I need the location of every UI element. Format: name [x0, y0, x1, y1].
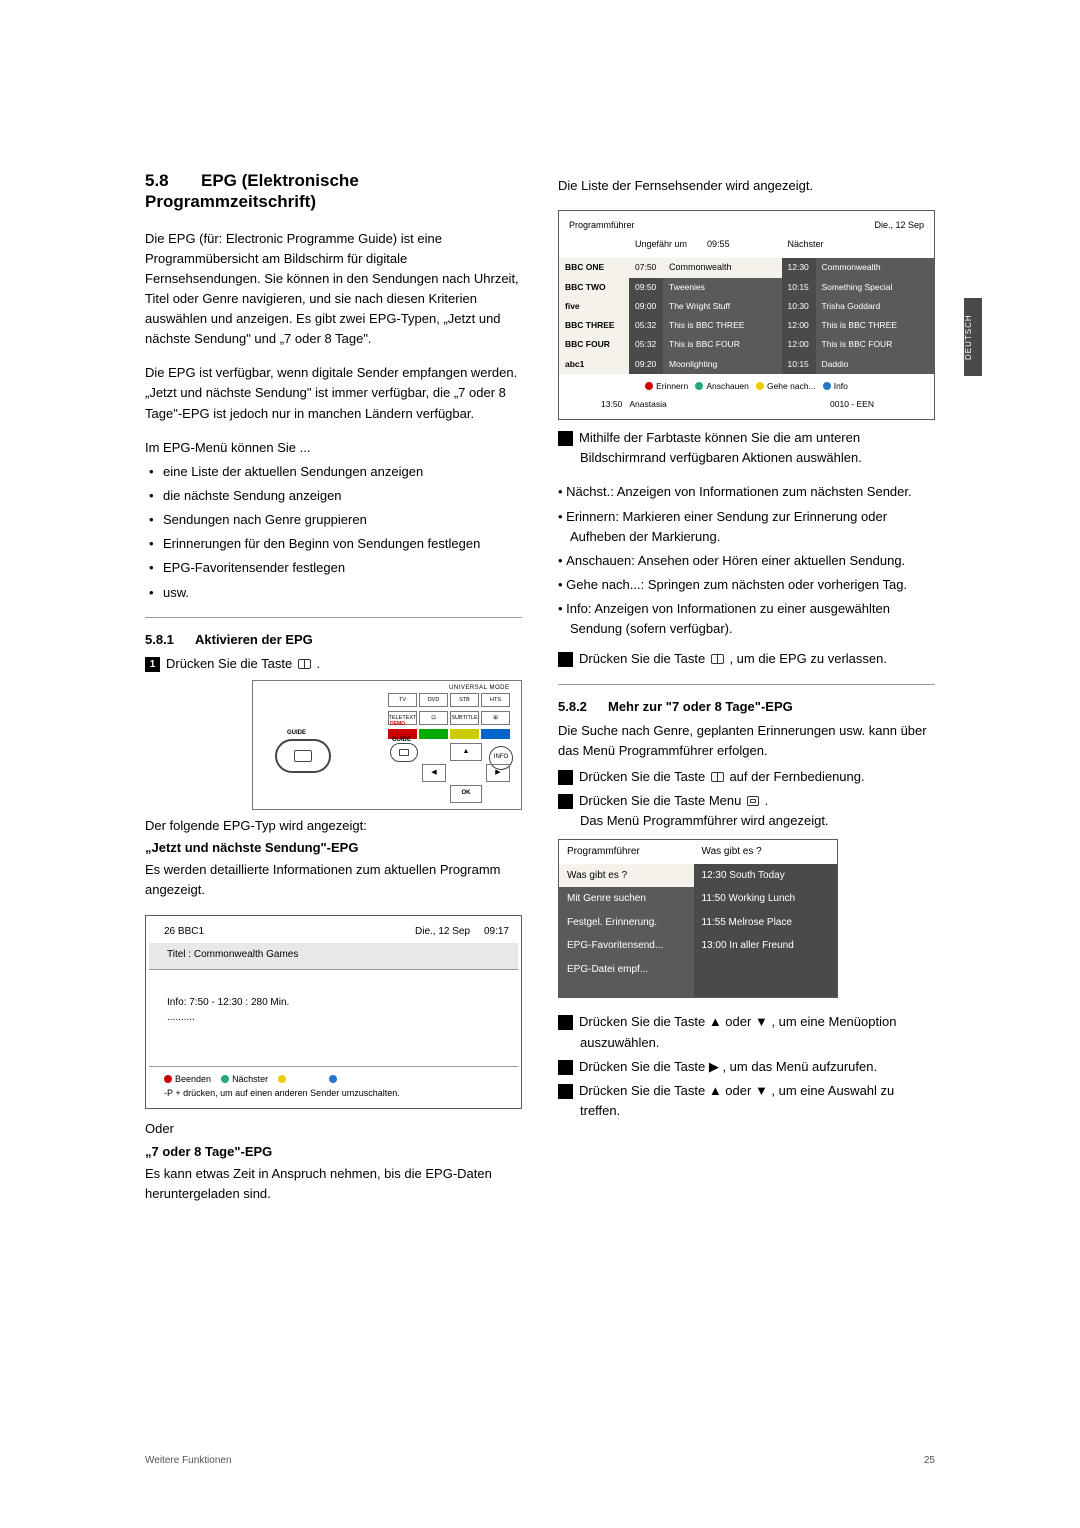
sub-5-8-2-desc: Die Suche nach Genre, geplanten Erinneru…: [558, 721, 935, 761]
intro-paragraph: Die EPG (für: Electronic Programme Guide…: [145, 229, 522, 350]
channel-list-caption: Die Liste der Fernsehsender wird angezei…: [558, 176, 935, 196]
guide-icon: [298, 659, 311, 669]
step-m5: 5Drücken Sie die Taste ▲ oder ▼ , um ein…: [558, 1081, 935, 1121]
now-next-desc: Es werden detaillierte Informationen zum…: [145, 860, 522, 900]
oder-label: Oder: [145, 1119, 522, 1139]
epg-7-8-screen: ProgrammführerDie., 12 Sep Ungefähr um 0…: [558, 210, 935, 420]
remote-caption: Der folgende EPG-Typ wird angezeigt:: [145, 816, 522, 836]
sub-5-8-2-heading: 5.8.2Mehr zur "7 oder 8 Tage"-EPG: [558, 697, 935, 717]
dpad: ▲ OK ◀ ▶: [422, 743, 510, 803]
menu-list: eine Liste der aktuellen Sendungen anzei…: [145, 462, 522, 603]
step-1: 1Drücken Sie die Taste .: [145, 654, 522, 674]
now-next-heading: „Jetzt und nächste Sendung"-EPG: [145, 838, 522, 858]
language-tab: DEUTSCH: [964, 298, 982, 376]
7-8-days-heading: „7 oder 8 Tage"-EPG: [145, 1142, 522, 1162]
availability-paragraph: Die EPG ist verfügbar, wenn digitale Sen…: [145, 363, 522, 423]
programmfuhrer-menu: ProgrammführerWas gibt es ? Was gibt es …: [558, 839, 838, 998]
step-m3: 3Drücken Sie die Taste ▲ oder ▼ , um ein…: [558, 1012, 935, 1052]
page-footer: Weitere Funktionen 25: [145, 1455, 935, 1466]
guide-button-large: [275, 739, 331, 773]
section-heading: 5.8EPG (Elektronische Programmzeitschrif…: [145, 170, 522, 213]
7-8-days-desc: Es kann etwas Zeit in Anspruch nehmen, b…: [145, 1164, 522, 1204]
guide-icon: [711, 772, 724, 782]
menu-intro: Im EPG-Menü können Sie ...: [145, 438, 522, 458]
step-m1: 1Drücken Sie die Taste auf der Fernbedie…: [558, 767, 935, 787]
remote-illustration: UNIVERSAL MODE TVDVDSTBHTS TELETEXT⊡SUBT…: [252, 680, 522, 810]
now-next-screen: 26 BBC1 Die., 12 Sep 09:17 Titel : Commo…: [145, 915, 522, 1110]
sub-5-8-1-heading: 5.8.1Aktivieren der EPG: [145, 630, 522, 650]
menu-icon: [747, 796, 759, 806]
step-m4: 4Drücken Sie die Taste ▶ , um das Menü a…: [558, 1057, 935, 1077]
step-m2: 2Drücken Sie die Taste Menu . Das Menü P…: [558, 791, 935, 831]
guide-icon: [711, 654, 724, 664]
guide-button-small: [390, 743, 418, 762]
step-3: 3Drücken Sie die Taste , um die EPG zu v…: [558, 649, 935, 669]
color-actions-list: Nächst.: Anzeigen von Informationen zum …: [558, 482, 935, 639]
step-2: 2Mithilfe der Farbtaste können Sie die a…: [558, 428, 935, 468]
